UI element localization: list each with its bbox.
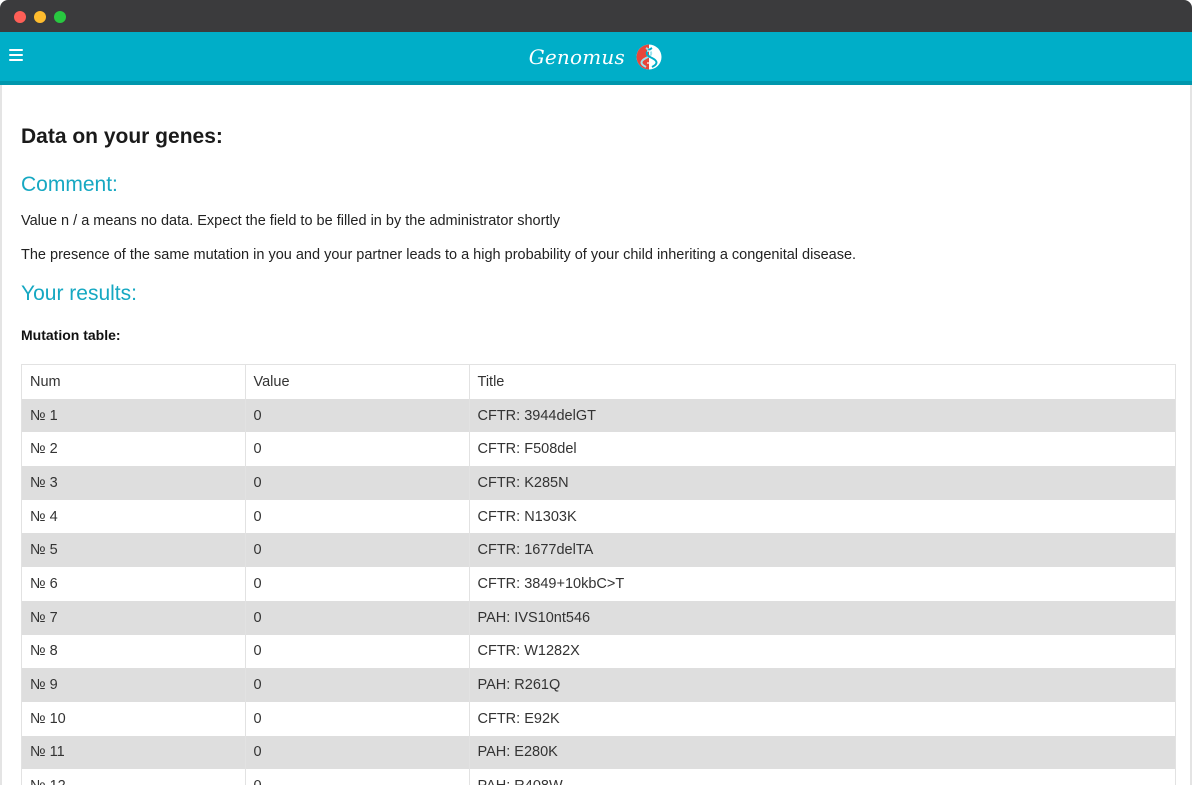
app-header: Genomus: [0, 32, 1192, 85]
dna-logo-icon: [636, 44, 662, 70]
table-row: № 12 0 PAH: R408W: [22, 769, 1175, 785]
value-cell: 0: [245, 466, 470, 500]
value-cell: 0: [245, 634, 470, 669]
num-cell: № 9: [22, 668, 246, 702]
window-titlebar: [0, 0, 1192, 32]
title-cell: PAH: IVS10nt546: [477, 609, 591, 626]
value-cell: 0: [245, 769, 470, 785]
title-cell: PAH: E280K: [477, 744, 558, 761]
title-cell: CFTR: 1677delTA: [477, 542, 594, 559]
value-cell: 0: [245, 499, 470, 534]
value-cell: 0: [245, 533, 470, 568]
column-header-value: Value: [245, 365, 470, 399]
table-label: Mutation table:: [21, 327, 121, 343]
comment-text-1: Value n / a means no data. Expect the fi…: [21, 213, 560, 229]
results-heading: Your results:: [21, 282, 137, 305]
close-window-button[interactable]: [14, 11, 26, 23]
table-row: № 4 0 CFTR: N1303K: [22, 499, 1175, 534]
table-row: № 10 0 CFTR: E92K: [22, 701, 1175, 736]
value-cell: 0: [245, 668, 470, 702]
mutation-table: Num Value Title № 1 0 CFTR: 3944delGT № …: [22, 365, 1175, 785]
table-row: № 9 0 PAH: R261Q: [22, 668, 1175, 702]
value-cell: 0: [245, 701, 470, 736]
num-cell: № 3: [22, 466, 246, 500]
table-row: № 5 0 CFTR: 1677delTA: [22, 533, 1175, 568]
num-cell: № 4: [22, 499, 246, 534]
title-cell: CFTR: K285N: [477, 474, 569, 491]
column-header-title: Title: [477, 373, 505, 390]
page-title: Data on your genes:: [21, 125, 223, 148]
value-cell: 0: [245, 398, 470, 433]
num-cell: № 2: [22, 432, 246, 467]
title-cell: CFTR: E92K: [477, 710, 560, 727]
num-cell: № 10: [22, 701, 246, 736]
title-cell: CFTR: F508del: [477, 441, 577, 458]
num-cell: № 7: [22, 600, 246, 635]
num-cell: № 6: [22, 567, 246, 601]
table-row: № 8 0 CFTR: W1282X: [22, 634, 1175, 669]
brand-name: Genomus: [528, 45, 625, 69]
title-cell: PAH: R408W: [469, 769, 1175, 785]
brand-logo[interactable]: Genomus: [0, 43, 1192, 71]
title-cell: CFTR: 3849+10kbC>T: [477, 575, 625, 592]
num-cell: № 11: [22, 735, 246, 770]
column-header-num: Num: [22, 365, 246, 399]
main-content: Data on your genes: Comment: Value n / a…: [0, 85, 1192, 785]
mutation-table-container[interactable]: Num Value Title № 1 0 CFTR: 3944delGT № …: [21, 364, 1176, 785]
title-cell: CFTR: N1303K: [477, 508, 577, 525]
title-cell: PAH: R261Q: [477, 677, 561, 694]
minimize-window-button[interactable]: [34, 11, 46, 23]
value-cell: 0: [245, 432, 470, 467]
comment-text-2: The presence of the same mutation in you…: [21, 247, 857, 263]
table-row: № 7 0 PAH: IVS10nt546: [22, 600, 1175, 635]
title-cell: CFTR: W1282X: [477, 643, 580, 660]
num-cell: № 12: [22, 769, 246, 785]
num-cell: № 8: [22, 634, 246, 669]
num-cell: № 5: [22, 533, 246, 568]
table-header-row: Num Value Title: [22, 365, 1175, 399]
table-row: № 11 0 PAH: E280K: [22, 735, 1175, 770]
value-cell: 0: [245, 567, 470, 601]
table-row: № 6 0 CFTR: 3849+10kbC>T: [22, 567, 1175, 601]
title-cell: CFTR: 3944delGT: [477, 407, 596, 424]
table-row: № 2 0 CFTR: F508del: [22, 432, 1175, 467]
table-row: № 1 0 CFTR: 3944delGT: [22, 398, 1175, 433]
comment-heading: Comment:: [21, 173, 118, 196]
value-cell: 0: [245, 600, 470, 635]
value-cell: 0: [245, 735, 470, 770]
num-cell: № 1: [22, 398, 246, 433]
maximize-window-button[interactable]: [54, 11, 66, 23]
table-row: № 3 0 CFTR: K285N: [22, 466, 1175, 500]
